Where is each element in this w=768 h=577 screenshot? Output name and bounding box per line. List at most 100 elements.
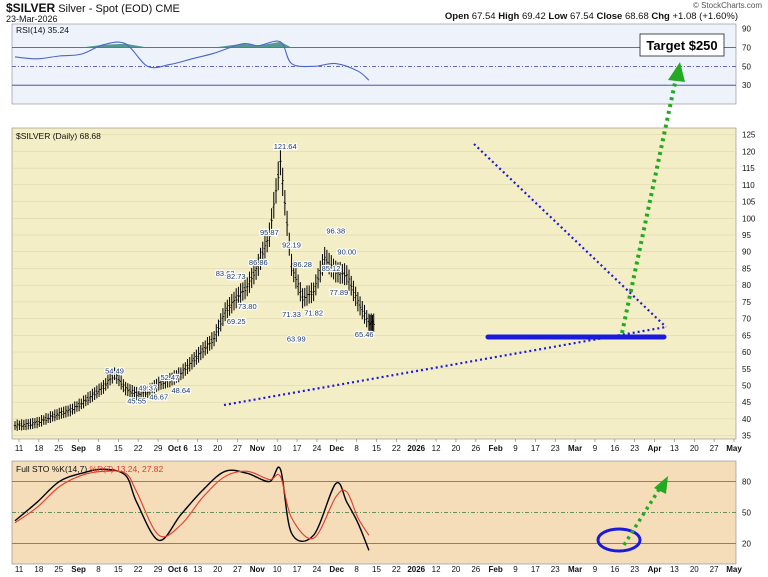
x-tick-label: 22	[392, 444, 401, 453]
x-tick-label: 27	[710, 444, 719, 453]
x-tick-label: 18	[34, 565, 43, 574]
rsi-tick-label: 90	[742, 25, 751, 34]
x-tick-label: 16	[610, 565, 619, 574]
x-tick-label: 13	[193, 565, 202, 574]
x-tick-label: 9	[593, 444, 598, 453]
price-tick-label: 35	[742, 432, 751, 441]
x-tick-label: 11	[15, 565, 24, 574]
price-annotation: 49.37	[138, 384, 157, 393]
x-tick-label: 11	[15, 444, 24, 453]
x-tick-label: 23	[630, 444, 639, 453]
x-tick-label: May	[726, 444, 742, 453]
price-tick-label: 80	[742, 281, 751, 290]
silver-chart: 54.4945.5549.3746.6752.4748.6483.6269.25…	[11, 23, 756, 574]
x-tick-label: 20	[451, 444, 460, 453]
sto-tick-label: 50	[742, 509, 751, 518]
x-tick-label: 27	[233, 565, 242, 574]
x-tick-label: Apr	[648, 565, 662, 574]
x-tick-label: 16	[610, 444, 619, 453]
x-tick-label: 25	[54, 444, 63, 453]
price-tick-label: 120	[742, 147, 756, 156]
x-tick-label: Feb	[489, 565, 503, 574]
price-annotation: 48.64	[172, 386, 191, 395]
x-tick-label: 29	[154, 444, 163, 453]
x-tick-label: Nov	[250, 565, 266, 574]
price-tick-label: 85	[742, 264, 751, 273]
price-tick-label: 125	[742, 131, 756, 140]
sto-label: Full STO %K(14,7) %D(7) 13.24, 27.82	[16, 464, 164, 474]
x-tick-label: 2026	[407, 444, 425, 453]
rsi-tick-label: 50	[742, 62, 751, 71]
price-annotation: 52.47	[160, 373, 179, 382]
price-tick-label: 90	[742, 248, 751, 257]
price-tick-label: 45	[742, 398, 751, 407]
price-label: $SILVER (Daily) 68.68	[16, 131, 101, 141]
price-annotation: 54.49	[105, 366, 124, 375]
x-tick-label: 17	[293, 444, 302, 453]
x-tick-label: 15	[114, 565, 123, 574]
price-tick-label: 100	[742, 214, 756, 223]
x-tick-label: 27	[710, 565, 719, 574]
x-tick-label: 17	[293, 565, 302, 574]
x-tick-label: 20	[690, 444, 699, 453]
price-annotation: 69.25	[227, 317, 246, 326]
sto-k-label: Full STO %K(14,7)	[16, 464, 87, 474]
x-tick-label: May	[726, 565, 742, 574]
x-tick-label: Mar	[568, 565, 582, 574]
y-axis-labels: 30 50 70 90 35 40 45 50 55 60 65 70 75 80 85 90 95 100 105…	[742, 25, 756, 549]
x-tick-label: 12	[432, 444, 441, 453]
x-tick-label: 13	[670, 565, 679, 574]
sto-tick-label: 80	[742, 478, 751, 487]
x-tick-label: Oct 6	[168, 444, 189, 453]
price-tick-label: 65	[742, 331, 751, 340]
x-tick-label: 15	[372, 565, 381, 574]
x-tick-label: 13	[670, 444, 679, 453]
x-tick-label: 23	[551, 444, 560, 453]
price-annotation: 121.64	[274, 142, 297, 151]
x-tick-label: 2026	[407, 565, 425, 574]
price-annotation: 92.19	[282, 240, 301, 249]
price-tick-label: 40	[742, 415, 751, 424]
x-tick-label: 8	[354, 565, 359, 574]
x-tick-label: Nov	[250, 444, 266, 453]
price-annotation: 65.46	[355, 330, 374, 339]
price-tick-label: 105	[742, 198, 756, 207]
price-annotation: 45.55	[127, 396, 146, 405]
sto-d-label: %D(7) 13.24, 27.82	[90, 464, 164, 474]
price-annotation: 90.00	[337, 248, 356, 257]
x-tick-label: Feb	[489, 444, 503, 453]
x-tick-label: 25	[54, 565, 63, 574]
x-tick-label: 18	[34, 444, 43, 453]
sto-tick-label: 20	[742, 539, 751, 548]
price-annotation: 73.80	[238, 302, 257, 311]
price-tick-label: 55	[742, 365, 751, 374]
price-annotation: 85.12	[322, 264, 341, 273]
price-annotation: 63.99	[287, 335, 306, 344]
price-tick-label: 110	[742, 181, 755, 190]
price-panel	[11, 127, 737, 440]
price-annotation: 86.28	[293, 260, 312, 269]
x-tick-label: 22	[392, 565, 401, 574]
x-tick-label: 15	[114, 444, 123, 453]
x-tick-label: 22	[134, 444, 143, 453]
x-tick-label: 20	[451, 565, 460, 574]
rsi-tick-label: 30	[742, 81, 751, 90]
x-tick-label: 9	[513, 444, 518, 453]
x-tick-label: 9	[593, 565, 598, 574]
x-tick-label: Dec	[329, 444, 344, 453]
x-tick-label: Oct 6	[168, 565, 189, 574]
price-tick-label: 95	[742, 231, 751, 240]
x-tick-label: 24	[312, 444, 321, 453]
x-tick-label: 8	[354, 444, 359, 453]
x-tick-label: 13	[193, 444, 202, 453]
price-annotation: 77.89	[330, 288, 349, 297]
x-tick-label: 17	[531, 565, 540, 574]
x-tick-label: 20	[690, 565, 699, 574]
x-tick-label: 27	[233, 444, 242, 453]
x-tick-label: Mar	[568, 444, 582, 453]
x-tick-label: 8	[96, 444, 101, 453]
x-tick-label: 26	[471, 444, 480, 453]
x-tick-label: 15	[372, 444, 381, 453]
price-tick-label: 50	[742, 381, 751, 390]
x-tick-label: 23	[551, 565, 560, 574]
